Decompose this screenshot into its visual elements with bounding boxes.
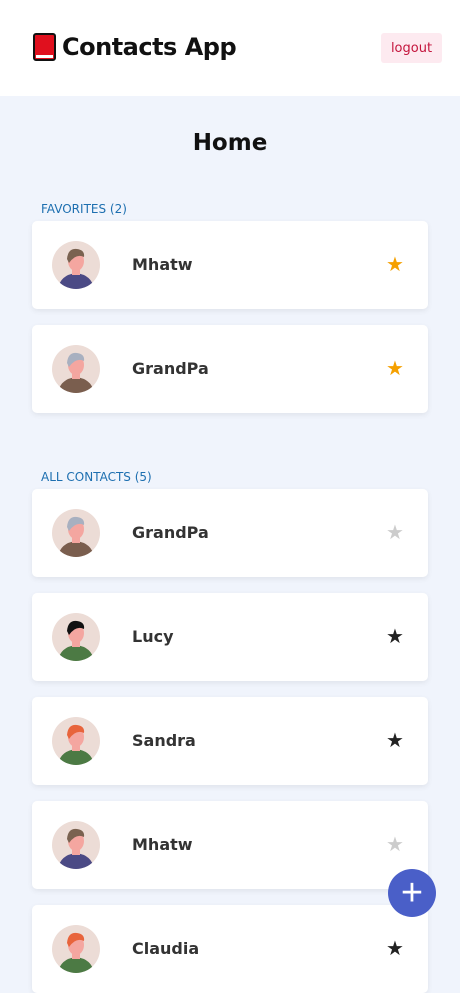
app-title: Contacts App	[62, 33, 237, 61]
contact-card[interactable]: Claudia ★	[32, 905, 428, 993]
contact-card[interactable]: GrandPa ★	[32, 325, 428, 413]
avatar	[52, 509, 100, 557]
star-icon[interactable]: ★	[386, 833, 404, 855]
page-title: Home	[192, 130, 268, 156]
all-contacts-label: ALL CONTACTS (5)	[41, 470, 152, 484]
contact-card[interactable]: Lucy ★	[32, 593, 428, 681]
avatar	[52, 613, 100, 661]
contact-card[interactable]: Mhatw ★	[32, 221, 428, 309]
star-icon[interactable]: ★	[386, 625, 404, 647]
logout-button[interactable]: logout	[381, 33, 442, 63]
star-icon[interactable]: ★	[386, 253, 404, 275]
contact-card[interactable]: Mhatw ★	[32, 801, 428, 889]
plus-icon: +	[400, 872, 424, 914]
contact-name: Claudia	[132, 939, 200, 958]
book-icon	[33, 33, 56, 61]
avatar	[52, 345, 100, 393]
star-icon[interactable]: ★	[386, 937, 404, 959]
add-contact-button[interactable]: +	[388, 869, 436, 917]
contact-card[interactable]: Sandra ★	[32, 697, 428, 785]
contact-name: GrandPa	[132, 523, 209, 542]
contact-name: Sandra	[132, 731, 196, 750]
star-icon[interactable]: ★	[386, 521, 404, 543]
app-header: Contacts App logout	[0, 0, 460, 96]
avatar	[52, 925, 100, 973]
avatar	[52, 241, 100, 289]
contact-card[interactable]: GrandPa ★	[32, 489, 428, 577]
contact-name: GrandPa	[132, 359, 209, 378]
avatar	[52, 821, 100, 869]
star-icon[interactable]: ★	[386, 357, 404, 379]
favorites-label: FAVORITES (2)	[41, 202, 127, 216]
avatar	[52, 717, 100, 765]
contact-name: Lucy	[132, 627, 174, 646]
logo[interactable]: Contacts App	[33, 33, 237, 61]
star-icon[interactable]: ★	[386, 729, 404, 751]
contact-name: Mhatw	[132, 255, 193, 274]
contact-name: Mhatw	[132, 835, 193, 854]
